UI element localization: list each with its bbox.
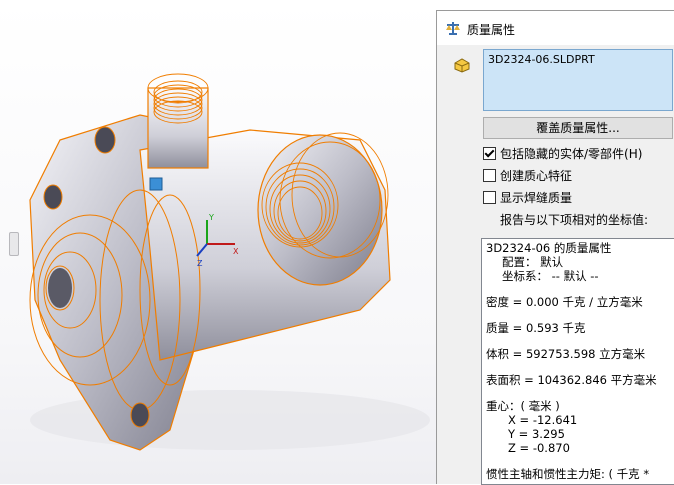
mass-properties-dialog: 质量属性 3D2324-06.SLDPRT 覆盖质量属性... 包括隐藏的实体/…: [436, 10, 674, 485]
results-volume: 体积 = 592753.598 立方毫米: [486, 347, 646, 361]
results-heading: 3D2324-06 的质量属性: [486, 241, 612, 255]
results-cog-z: Z = -0.870: [508, 441, 570, 455]
dialog-title: 质量属性: [467, 23, 516, 37]
mass-properties-results[interactable]: 3D2324-06 的质量属性 配置： 默认 坐标系： -- 默认 -- 密度 …: [481, 238, 674, 485]
triad-x-label: X: [233, 247, 239, 256]
include-hidden-label: 包括隐藏的实体/零部件(H): [500, 147, 643, 161]
selected-part-name[interactable]: 3D2324-06.SLDPRT: [488, 53, 595, 66]
scale-icon: [446, 22, 460, 35]
results-mass: 质量 = 0.593 千克: [486, 321, 586, 335]
part-icon: [454, 58, 470, 73]
create-centroid-checkbox[interactable]: 创建质心特征: [483, 167, 572, 185]
coord-system-label: 报告与以下项相对的坐标值:: [500, 213, 649, 227]
create-centroid-label: 创建质心特征: [500, 169, 573, 183]
results-cog-y: Y = 3.295: [508, 427, 565, 441]
selected-items-list[interactable]: 3D2324-06.SLDPRT: [483, 49, 673, 111]
show-weld-mass-label: 显示焊缝质量: [500, 191, 573, 205]
include-hidden-checkbox[interactable]: 包括隐藏的实体/零部件(H): [483, 145, 642, 163]
show-weld-mass-checkbox[interactable]: 显示焊缝质量: [483, 189, 572, 207]
override-mass-properties-button[interactable]: 覆盖质量属性...: [483, 117, 673, 139]
triad-z-label: Z: [197, 259, 203, 268]
results-density: 密度 = 0.000 千克 / 立方毫米: [486, 295, 643, 309]
checkbox-unchecked-icon[interactable]: [483, 191, 496, 204]
results-surface-area: 表面积 = 104362.846 平方毫米: [486, 373, 657, 387]
graphics-viewport[interactable]: Y X Z: [0, 0, 436, 484]
results-cog-x: X = -12.641: [508, 413, 578, 427]
axis-triad: Y X Z: [196, 213, 239, 268]
results-inertia: 惯性主轴和惯性主力矩: ( 千克 *: [486, 467, 650, 481]
results-cog-heading: 重心：( 毫米 ): [486, 399, 560, 413]
checkbox-unchecked-icon[interactable]: [483, 169, 496, 182]
results-coordsys: 坐标系： -- 默认 --: [502, 269, 599, 283]
triad-y-label: Y: [208, 213, 214, 222]
dialog-titlebar: 质量属性: [437, 11, 674, 45]
panel-collapse-tab[interactable]: [9, 232, 19, 256]
checkbox-checked-icon[interactable]: [483, 147, 496, 160]
results-config: 配置： 默认: [502, 255, 564, 269]
